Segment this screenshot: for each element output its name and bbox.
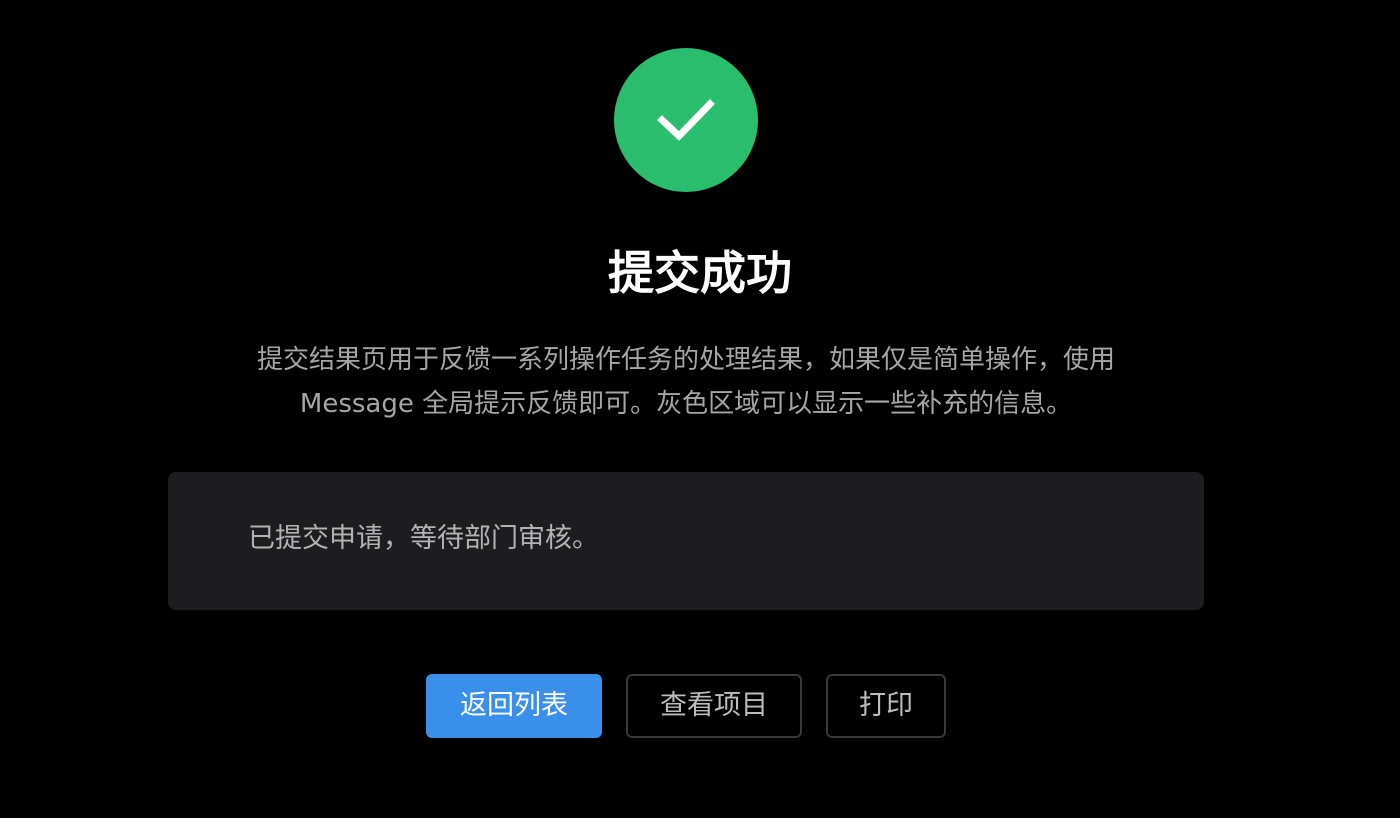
success-badge	[614, 48, 758, 192]
print-button[interactable]: 打印	[826, 674, 946, 738]
result-page: 提交成功 提交结果页用于反馈一系列操作任务的处理结果，如果仅是简单操作，使用 M…	[0, 0, 1400, 818]
view-project-button[interactable]: 查看项目	[626, 674, 802, 738]
info-panel: 已提交申请，等待部门审核。	[168, 472, 1204, 610]
result-description: 提交结果页用于反馈一系列操作任务的处理结果，如果仅是简单操作，使用 Messag…	[256, 345, 1115, 419]
info-panel-text: 已提交申请，等待部门审核。	[248, 523, 599, 554]
back-to-list-button[interactable]: 返回列表	[426, 674, 602, 738]
check-icon	[657, 99, 715, 141]
result-title: 提交成功	[608, 246, 792, 300]
